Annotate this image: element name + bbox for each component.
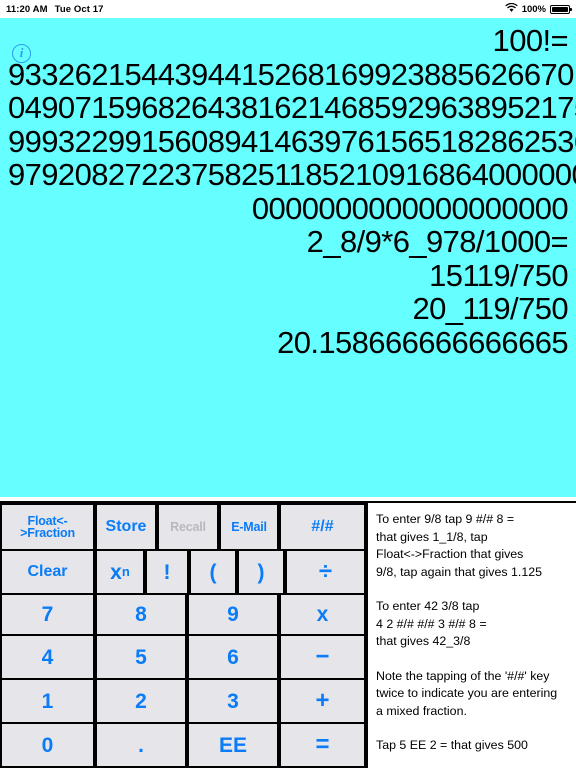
tape-line: 9792082722375825118521091686400000000 [8, 157, 576, 192]
keypad-row: 789x [0, 595, 366, 636]
tape-line: 15119/750 [429, 257, 568, 293]
recall-key: Recall [159, 505, 217, 549]
digit-9-key[interactable]: 9 [189, 595, 277, 634]
power-key[interactable]: xn [97, 551, 143, 593]
digit-5-key[interactable]: 5 [97, 636, 185, 678]
subtract-key[interactable]: − [281, 636, 364, 678]
digit-1-key[interactable]: 1 [2, 680, 93, 722]
digit-4-key[interactable]: 4 [2, 636, 93, 678]
keypad-row: 1 2 3 + [0, 680, 366, 724]
decimal-point-key[interactable]: . [97, 724, 185, 766]
tape-line: 9332621544394415268169923885626670 [8, 56, 574, 92]
keypad-row: 4 5 6− [0, 636, 366, 680]
help-paragraph: To enter 42 3/8 tap 4 2 #/# #/# 3 #/# 8 … [376, 599, 487, 648]
float-fraction-key[interactable]: Float<->Fraction [2, 505, 93, 549]
tape-line: 100!= [492, 23, 569, 58]
tape-line: 0000000000000000000 [251, 190, 569, 226]
factorial-key[interactable]: ! [147, 551, 187, 593]
help-paragraph: Tap 5 EE 2 = that gives 500 [376, 738, 528, 752]
digit-7-key[interactable]: 7 [2, 595, 93, 634]
battery-icon [550, 4, 572, 14]
close-paren-key[interactable]: ) [239, 551, 283, 593]
tape-line: 2_8/9*6_978/1000= [306, 224, 569, 259]
clear-key[interactable]: Clear [2, 551, 93, 593]
keypad-row: Clear x n!() ÷ [0, 551, 366, 595]
tape-line: 99932299156089414639761565182862536 [8, 123, 576, 159]
tape-line: 20.158666666666665 [277, 324, 569, 360]
status-bar: 11:20 AM Tue Oct 17 100% [0, 0, 576, 18]
status-time: 11:20 AM [6, 3, 48, 15]
multiply-key[interactable]: x [281, 595, 364, 634]
keypad: Float<->Fraction Store Recall E-Mail #/# Clea… [0, 501, 366, 768]
calculator-app: 11:20 AM Tue Oct 17 100% i 100!= 93326215… [0, 0, 576, 768]
help-paragraph: To enter 9/8 tap 9 #/# 8 = that gives 1_… [376, 512, 543, 579]
email-key[interactable]: E-Mail [221, 505, 277, 549]
keypad-row: Float<->Fraction Store Recall E-Mail #/# [0, 503, 366, 551]
digit-6-key[interactable]: 6 [189, 636, 277, 678]
mixed-fraction-key[interactable]: #/# [281, 505, 364, 549]
digit-3-key[interactable]: 3 [189, 680, 277, 722]
equals-key[interactable]: = [281, 724, 364, 766]
help-paragraph: Note the tapping of the '#/#' key twice … [376, 668, 558, 718]
keypad-row: 0. EE = [0, 724, 366, 768]
status-bar-left: 11:20 AM Tue Oct 17 [6, 4, 104, 15]
digit-0-key[interactable]: 0 [2, 724, 93, 766]
wifi-icon [505, 2, 518, 16]
status-date: Tue Oct 17 [54, 3, 104, 15]
exponent-key[interactable]: EE [189, 724, 277, 766]
digit-8-key[interactable]: 8 [97, 595, 185, 634]
calculation-tape: 100!= 9332621544394415268169923885626670 0… [8, 23, 576, 360]
open-paren-key[interactable]: ( [191, 551, 235, 593]
status-bar-right: 100% [505, 2, 572, 16]
calculator-display: i 100!= 933262154439441526816992388562667… [0, 18, 576, 497]
tape-line: 0490715968264381621468592963895217599 [8, 90, 576, 125]
store-key[interactable]: Store [97, 505, 155, 549]
help-panel: To enter 9/8 tap 9 #/# 8 = that gives 1_… [366, 501, 576, 768]
digit-2-key[interactable]: 2 [97, 680, 185, 722]
add-key[interactable]: + [281, 680, 364, 722]
divide-key[interactable]: ÷ [287, 551, 364, 593]
battery-percent: 100% [521, 3, 546, 15]
tape-line: 20_119/750 [412, 291, 569, 326]
info-icon[interactable]: i [12, 44, 31, 63]
